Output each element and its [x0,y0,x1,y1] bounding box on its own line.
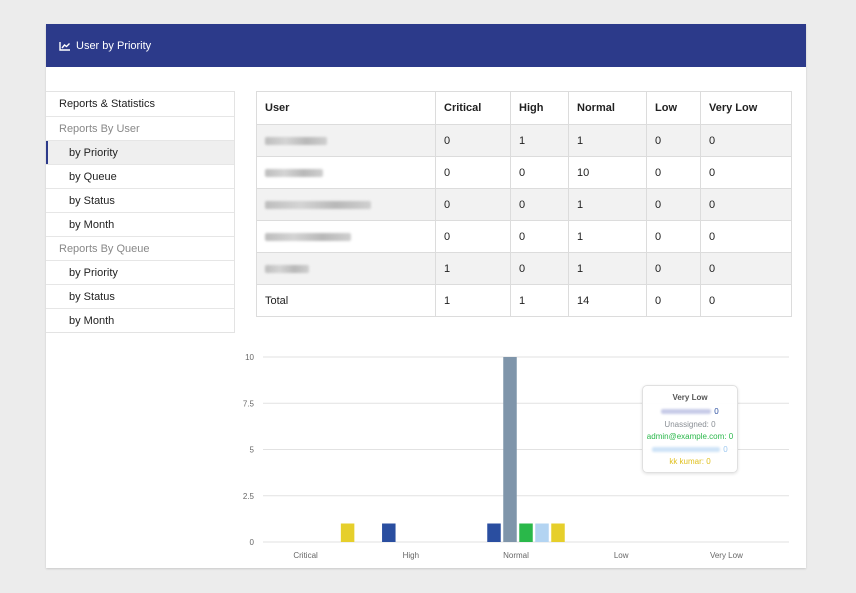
chart-bar [340,523,355,542]
chart-bar [487,523,501,542]
redacted-user-name [661,409,712,415]
tooltip-row: Unassigned: 0 [643,419,737,432]
x-tick-label: High [403,551,419,560]
y-tick-label: 2.5 [243,492,255,501]
chart-tooltip: Very Low 0 Unassigned: 0 admin@example.com… [642,385,738,473]
tooltip-value: kk kumar: 0 [669,457,711,466]
tooltip-value: admin@example.com: 0 [646,432,734,441]
x-tick-label: Normal [503,551,529,560]
redacted-user-name [652,446,721,452]
y-tick-label: 10 [245,353,254,362]
x-tick-label: Critical [293,551,318,560]
x-tick-label: Very Low [710,551,743,560]
y-tick-label: 5 [250,446,255,455]
tooltip-value: Unassigned: 0 [664,419,716,429]
chart-bar [382,523,396,542]
chart-bar [551,523,565,542]
chart-bar [503,357,517,542]
priority-bar-chart: 0 2.5 5 7.5 10 Critical High Normal Low Very Low [243,353,789,560]
tooltip-row: kk kumar: 0 [643,456,737,469]
tooltip-title: Very Low [672,393,708,402]
chart-bar [535,523,549,542]
x-tick-label: Low [614,551,629,560]
tooltip-row: admin@example.com: 0 [643,431,737,444]
tooltip-value: 0 [714,407,719,416]
tooltip-value: 0 [723,444,728,454]
tooltip-row: 0 [643,406,737,419]
tooltip-row: 0 [643,444,737,457]
y-tick-label: 0 [250,538,255,547]
chart-bar [519,523,533,542]
y-tick-label: 7.5 [243,399,255,408]
